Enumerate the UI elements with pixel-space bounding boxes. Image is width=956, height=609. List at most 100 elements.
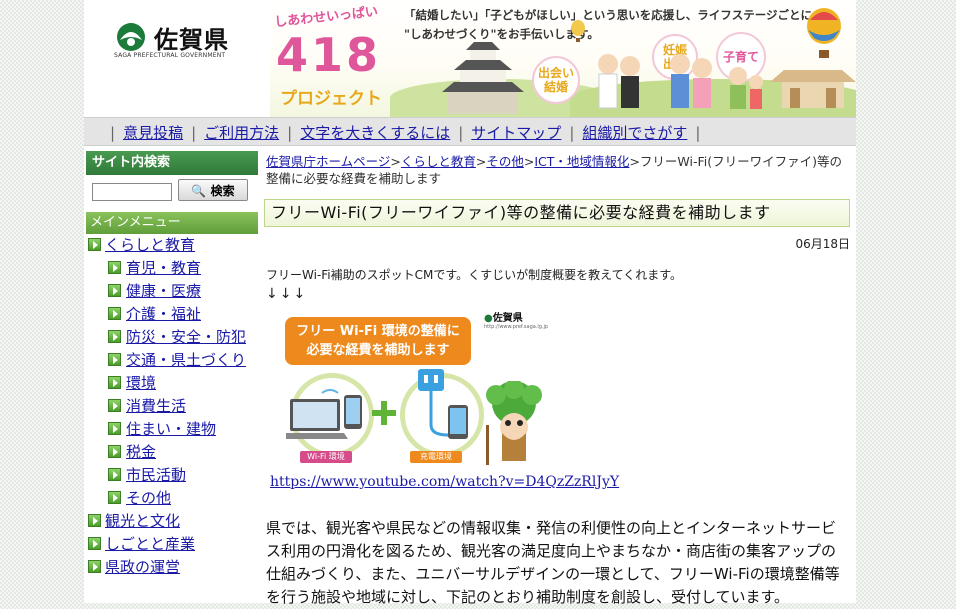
banner-number: 418 xyxy=(276,28,382,82)
page-title: フリーWi-Fi(フリーワイファイ)等の整備に必要な経費を補助します xyxy=(264,199,850,227)
nav-separator: | xyxy=(287,124,293,142)
main-menu: くらしと教育育児・教育健康・医療介護・福祉防災・安全・防犯 交通・県土づくり 環境消… xyxy=(86,234,258,579)
menu-arrow-icon xyxy=(88,537,101,550)
nav-usage-link[interactable]: ご利用方法 xyxy=(204,124,279,142)
search-button-label: 検索 xyxy=(210,183,235,198)
sidebar: サイト内検索 🔍 検索 メインメニュー くらしと教育 育児・教育 健康・医療 介護・福… xyxy=(86,151,258,603)
menu-item[interactable]: 税金 xyxy=(86,441,258,464)
menu-item[interactable]: 育児・教育 xyxy=(86,257,258,280)
menu-arrow-icon xyxy=(108,284,121,297)
menu-item[interactable]: 環境 xyxy=(86,372,258,395)
menu-item[interactable]: 観光と文化 xyxy=(86,510,258,533)
menu-item[interactable]: 市民活動 xyxy=(86,464,258,487)
nav-text-size-link[interactable]: 文字を大きくするには xyxy=(300,124,450,142)
article-body-text: 県では、観光客や県民などの情報収集・発信の利便性の向上とインターネットサービス利… xyxy=(266,519,840,606)
menu-item-link[interactable]: 介護・福祉 xyxy=(126,305,201,323)
flyer-logo-text: 佐賀県 xyxy=(492,313,523,324)
menu-arrow-icon xyxy=(108,468,121,481)
youtube-video-link[interactable]: https://www.youtube.com/watch?v=D4QzZzRl… xyxy=(270,474,619,490)
castle-icon xyxy=(442,42,524,114)
breadcrumb-link-ict[interactable]: ICT・地域情報化 xyxy=(534,154,629,169)
menu-item[interactable]: 介護・福祉 xyxy=(86,303,258,326)
menu-item-link[interactable]: 健康・医療 xyxy=(126,282,201,300)
menu-arrow-icon xyxy=(108,399,121,412)
intro-text: フリーWi-Fi補助のスポットCMです。くすじいが制度概要を教えてくれます。 xyxy=(266,268,683,282)
breadcrumb-link-home[interactable]: 佐賀県庁ホームページ xyxy=(266,154,390,169)
shrine-icon xyxy=(770,70,856,108)
nav-organization-link[interactable]: 組織別でさがす xyxy=(582,124,687,142)
menu-item[interactable]: しごとと産業 xyxy=(86,533,258,556)
menu-item-link[interactable]: 県政の運営 xyxy=(105,558,180,576)
menu-item-link[interactable]: 税金 xyxy=(126,443,156,461)
nav-sitemap-link[interactable]: サイトマップ xyxy=(471,124,561,142)
nav-separator: | xyxy=(569,124,575,142)
breadcrumb-link-living[interactable]: くらしと教育 xyxy=(401,154,476,169)
418-project-banner[interactable]: しあわせいっぱい 418 プロジェクト 「結婚したい」「子どもがほしい」という思… xyxy=(270,0,856,117)
logo-subtext: SAGA PREFECTURAL GOVERNMENT xyxy=(114,52,226,59)
breadcrumb-separator: > xyxy=(629,154,640,169)
banner-catch: しあわせいっぱい xyxy=(273,4,379,31)
menu-arrow-icon xyxy=(88,514,101,527)
family-illustration-icon xyxy=(598,54,763,109)
menu-arrow-icon xyxy=(108,261,121,274)
menu-arrow-icon xyxy=(108,353,121,366)
menu-item[interactable]: 県政の運営 xyxy=(86,556,258,579)
menu-arrow-icon xyxy=(88,238,101,251)
breadcrumb-separator: > xyxy=(523,154,535,169)
wifi-subsidy-flyer-image[interactable]: フリー Wi-Fi 環境の整備に 必要な経費を補助します ●佐賀県 http:/… xyxy=(276,309,556,467)
site-logo[interactable]: 佐賀県 SAGA PREFECTURAL GOVERNMENT xyxy=(114,22,234,62)
menu-item-link[interactable]: 育児・教育 xyxy=(126,259,201,277)
menu-item-link[interactable]: しごとと産業 xyxy=(105,535,195,553)
menu-item-link[interactable]: 消費生活 xyxy=(126,397,186,415)
menu-item-link[interactable]: 市民活動 xyxy=(126,466,186,484)
menu-item[interactable]: 健康・医療 xyxy=(86,280,258,303)
main-menu-title: メインメニュー xyxy=(86,212,258,234)
down-arrows: ↓↓↓ xyxy=(266,286,308,302)
breadcrumb: 佐賀県庁ホームページ>くらしと教育>その他>ICT・地域情報化>フリーWi-Fi… xyxy=(266,153,850,187)
menu-item[interactable]: 住まい・建物 xyxy=(86,418,258,441)
kusujii-character-icon xyxy=(486,381,542,465)
publish-date: 06月18日 xyxy=(795,237,850,251)
flyer-logo-url: http://www.pref.saga.lg.jp xyxy=(484,324,549,330)
nav-separator: | xyxy=(110,124,116,142)
nav-opinion-link[interactable]: 意見投稿 xyxy=(123,124,183,142)
main-content: 佐賀県庁ホームページ>くらしと教育>その他>ICT・地域情報化>フリーWi-Fi… xyxy=(264,151,852,606)
menu-arrow-icon xyxy=(108,330,121,343)
logo-text: 佐賀県 xyxy=(154,26,229,54)
breadcrumb-separator: > xyxy=(475,154,487,169)
menu-item-link[interactable]: 観光と文化 xyxy=(105,512,180,530)
flyer-logo-mark-icon: ● xyxy=(484,313,493,324)
menu-item[interactable]: くらしと教育 xyxy=(86,234,258,257)
breadcrumb-link-other[interactable]: その他 xyxy=(486,154,524,169)
menu-item[interactable]: 防災・安全・防犯 xyxy=(86,326,258,349)
menu-arrow-icon xyxy=(88,560,101,573)
nav-separator: | xyxy=(695,124,701,142)
small-balloon-icon xyxy=(571,20,585,42)
menu-item-link[interactable]: 防災・安全・防犯 xyxy=(126,328,246,346)
global-nav-items: | 意見投稿 | ご利用方法 | 文字を大きくするには | サイトマップ | 組織別でさがす | xyxy=(102,122,708,143)
search-icon: 🔍 xyxy=(191,183,207,198)
global-nav: | 意見投稿 | ご利用方法 | 文字を大きくするには | サイトマップ | 組織別でさがす | xyxy=(84,117,856,146)
menu-item-link[interactable]: 環境 xyxy=(126,374,156,392)
menu-arrow-icon xyxy=(108,491,121,504)
flyer-title-line2: 必要な経費を補助します xyxy=(306,343,450,358)
menu-item-link[interactable]: 交通・県土づくり xyxy=(126,351,246,369)
menu-arrow-icon xyxy=(108,422,121,435)
menu-arrow-icon xyxy=(108,445,121,458)
menu-arrow-icon xyxy=(108,376,121,389)
menu-item-link[interactable]: 住まい・建物 xyxy=(126,420,216,438)
menu-item-link[interactable]: くらしと教育 xyxy=(105,236,195,254)
laptop-phone-icon xyxy=(286,389,362,439)
flyer-tag-charge: 充電環境 xyxy=(410,451,462,463)
nav-separator: | xyxy=(191,124,197,142)
site-search-button[interactable]: 🔍 検索 xyxy=(178,179,248,201)
balloon-icon xyxy=(807,8,841,58)
menu-item-link[interactable]: その他 xyxy=(126,489,171,507)
site-search-input[interactable] xyxy=(92,183,172,201)
menu-item[interactable]: 交通・県土づくり xyxy=(86,349,258,372)
menu-arrow-icon xyxy=(108,307,121,320)
menu-item[interactable]: その他 xyxy=(86,487,258,510)
menu-item[interactable]: 消費生活 xyxy=(86,395,258,418)
flyer-title: フリー Wi-Fi 環境の整備に 必要な経費を補助します xyxy=(285,317,471,365)
flyer-tag-wifi: Wi-Fi 環境 xyxy=(300,451,352,463)
